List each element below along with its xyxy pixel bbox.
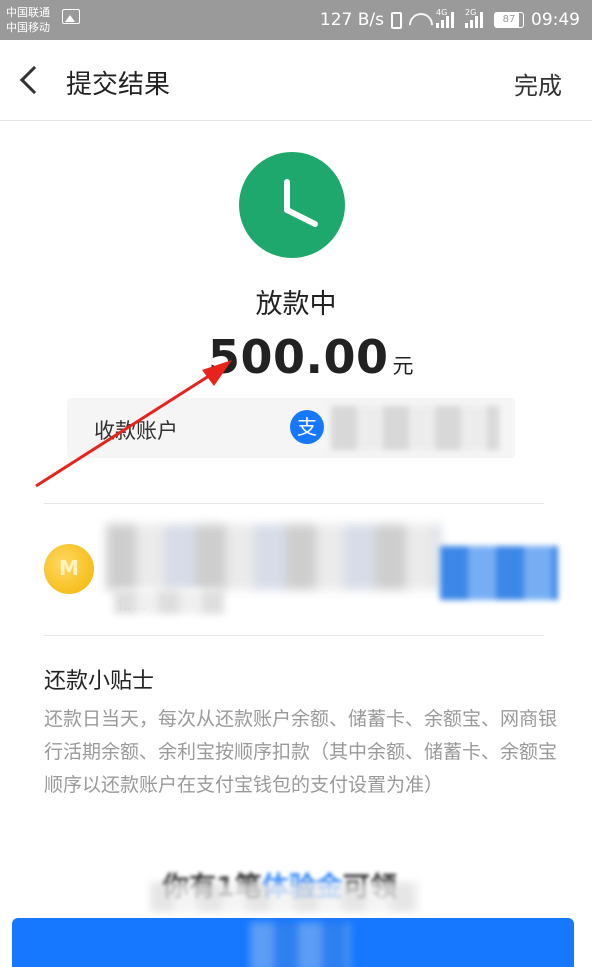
image-notification-icon [62,9,80,24]
status-bar: 中国联通 中国移动 127 B/s 4G 2G 87 09:49 [0,0,592,40]
carrier-info: 中国联通 中国移动 [6,5,50,35]
vibrate-icon [391,11,402,29]
carrier-1: 中国联通 [6,6,50,19]
page-title: 提交结果 [66,70,171,100]
receiving-account-card: 收款账户 支 [67,398,515,458]
divider [44,635,544,636]
amount-row: 500.00 元 [208,330,414,384]
wifi-icon [409,13,429,27]
network-speed: 127 B/s [319,10,384,30]
done-button[interactable]: 完成 [514,66,562,101]
repayment-tips-title: 还款小贴士 [44,669,155,694]
amount-unit: 元 [392,354,414,378]
clock-time: 09:49 [531,10,580,30]
divider [44,503,544,504]
battery-icon: 87 [494,12,524,28]
battery-level: 87 [502,14,516,25]
coin-icon [44,544,94,594]
signal-2-tag: 2G [465,8,477,17]
blurred-claim-label [250,922,350,967]
masked-account-number [331,406,499,450]
signal-2-icon: 2G [465,8,487,28]
claim-button[interactable] [12,918,574,967]
alipay-icon: 支 [290,410,324,444]
blurred-promo-subtext [114,590,224,614]
signal-1-tag: 4G [436,8,448,17]
receiving-account-label: 收款账户 [94,419,178,443]
promo-row[interactable]: 借钱 [40,520,560,625]
loan-status: 放款中 [255,289,337,320]
blurred-banner-overlay [150,882,420,912]
nav-bar: 提交结果 完成 [0,40,592,121]
blurred-promo-text [106,524,441,590]
annotation-arrow-icon [35,360,232,488]
status-indicators: 127 B/s 4G 2G 87 09:49 [319,8,580,31]
loan-amount: 500.00 [208,330,389,384]
repayment-tips-body: 还款日当天，每次从还款账户余额、储蓄卡、余额宝、网商银行活期余额、余利宝按顺序扣… [44,708,558,796]
signal-1-icon: 4G [436,8,458,28]
back-button[interactable] [14,62,50,98]
clock-icon [239,152,345,258]
carrier-2: 中国移动 [6,21,50,34]
blurred-promo-button[interactable] [440,546,558,600]
